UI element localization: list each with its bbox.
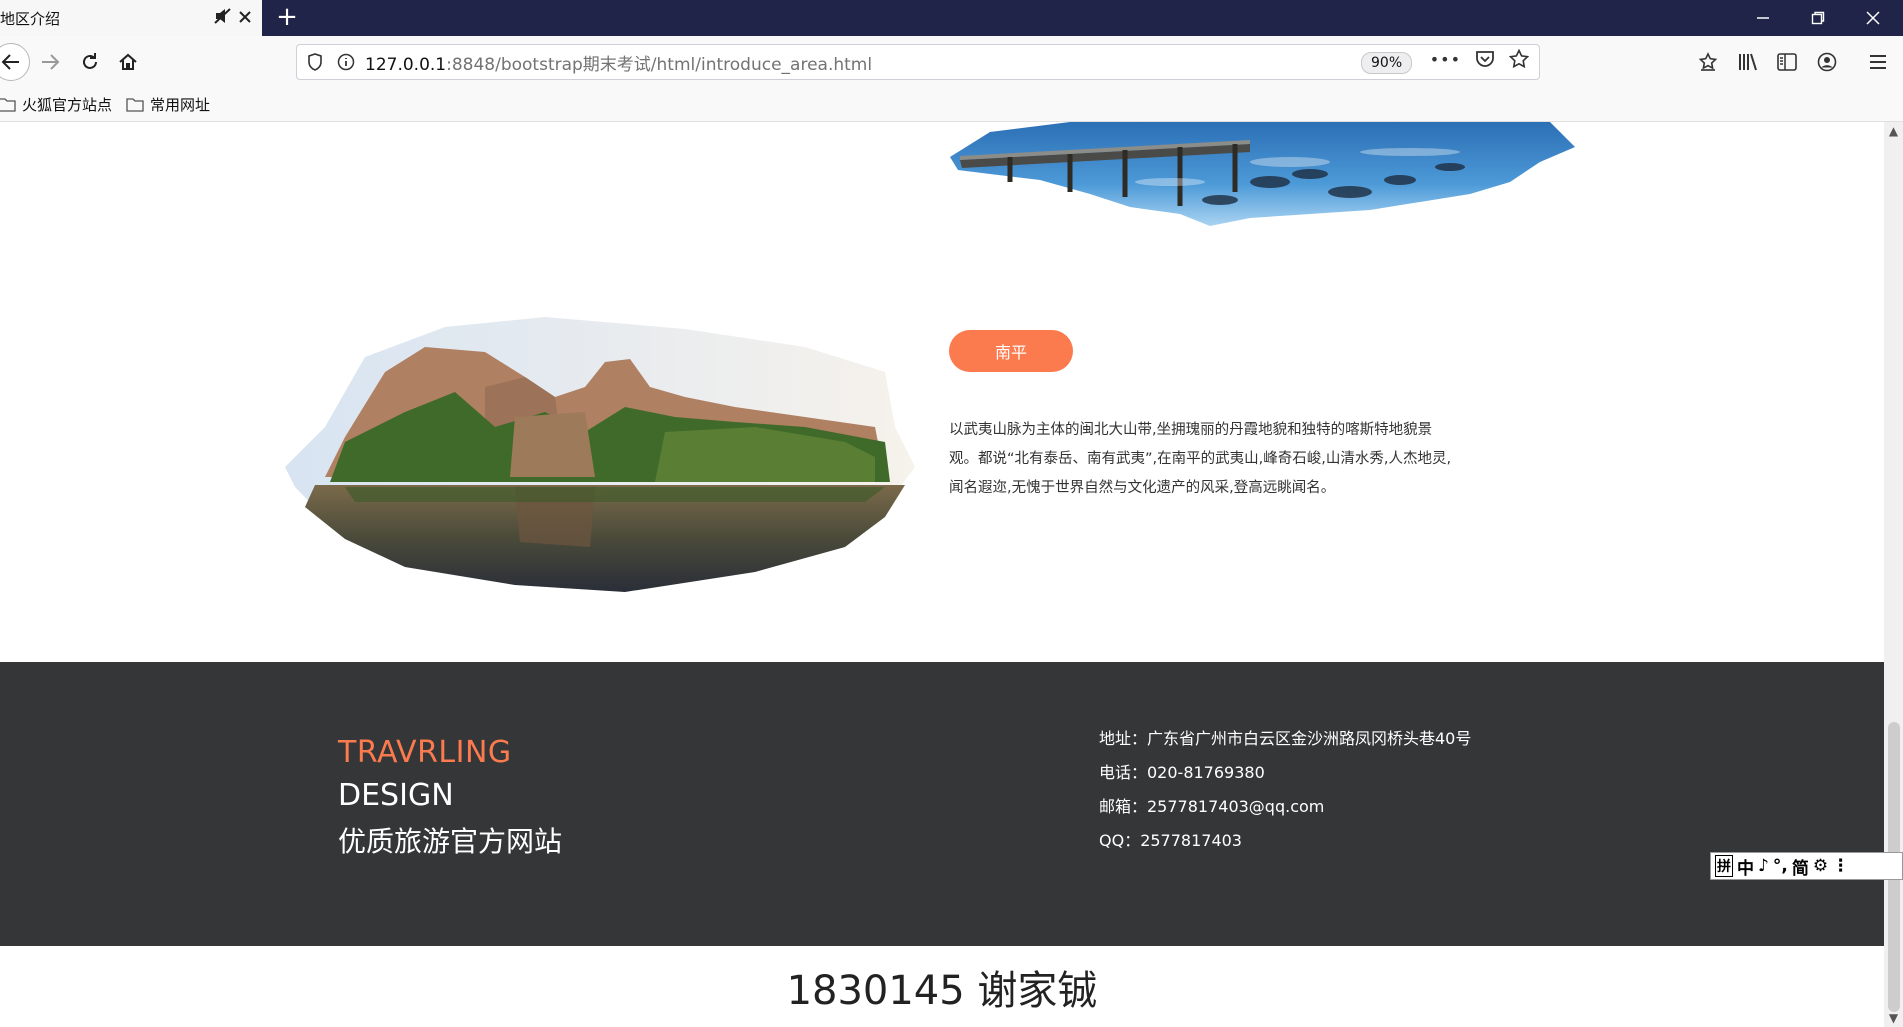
zoom-level-badge[interactable]: 90% [1361,52,1413,74]
contact-email: 邮箱：2577817403@qq.com [1099,797,1325,816]
ime-simplified-icon[interactable]: 简 [1792,854,1809,879]
site-info-icon[interactable] [337,53,355,71]
new-tab-button[interactable]: + [272,2,302,32]
sidebar-icon[interactable] [1773,49,1801,75]
contact-qq: QQ：2577817403 [1099,831,1242,850]
tab-mute-icon[interactable] [214,8,232,28]
page-scrollbar[interactable]: ▲ ▼ [1884,122,1903,1027]
ime-halfwidth-icon[interactable]: ♪ [1758,856,1769,876]
navigation-toolbar: 127.0.0.1:8848/bootstrap期末考试/html/introd… [0,36,1903,88]
ime-pinyin-icon[interactable]: 拼 [1715,855,1733,877]
reading-list-icon[interactable] [1694,49,1722,75]
scroll-up-icon[interactable]: ▲ [1884,122,1903,140]
ime-punctuation-icon[interactable]: °, [1773,856,1788,876]
bookmarks-toolbar: 火狐官方站点 常用网址 [0,88,1903,122]
contact-info: 地址：广东省广州市白云区金沙洲路凤冈桥头巷40号 电话：020-81769380… [1099,722,1471,858]
url-host: 127.0.0.1 [365,54,447,75]
bookmark-label: 火狐官方站点 [22,96,113,114]
reload-icon [83,53,97,69]
bookmark-label: 常用网址 [150,96,211,114]
contact-phone: 电话：020-81769380 [1099,763,1265,782]
library-icon[interactable] [1734,49,1762,75]
home-button[interactable] [112,46,144,78]
url-text[interactable]: 127.0.0.1:8848/bootstrap期末考试/html/introd… [365,50,872,75]
bookmark-folder-firefox[interactable]: 火狐官方站点 [0,94,112,115]
reload-button[interactable] [74,46,106,78]
back-button[interactable] [0,43,30,81]
tracking-shield-icon[interactable] [307,53,323,71]
bookmark-star-icon[interactable] [1509,49,1529,69]
tab-title: 地区介绍 [0,9,61,28]
menu-hamburger-icon[interactable] [1864,49,1892,75]
ime-chinese-mode-icon[interactable]: 中 [1737,854,1754,879]
page-actions-button[interactable]: ••• [1430,50,1461,69]
wuyi-mountain-image [285,317,915,592]
active-tab[interactable]: 地区介绍 [0,0,262,36]
bridge-river-image [950,122,1575,226]
back-arrow-icon [1,54,19,70]
ime-settings-icon[interactable]: ⚙ [1813,856,1828,876]
site-footer: TRAVRLING DESIGN 优质旅游官方网站 地址：广东省广州市白云区金沙… [0,662,1884,946]
contact-address: 地址：广东省广州市白云区金沙洲路凤冈桥头巷40号 [1099,729,1472,748]
pocket-icon[interactable] [1475,50,1495,68]
folder-icon [0,98,16,112]
folder-icon [126,98,144,112]
brand-tagline: 优质旅游官方网站 [338,825,563,858]
scroll-down-icon[interactable]: ▼ [1884,1009,1903,1027]
page-viewport: 南平 以武夷山脉为主体的闽北大山带,坐拥瑰丽的丹霞地貌和独特的喀斯特地貌景观。都… [0,122,1884,1027]
tab-strip: 地区介绍 + [0,0,1903,36]
brand-line-travrling: TRAVRLING [338,735,512,770]
minimize-icon[interactable] [1735,0,1791,36]
forward-arrow-icon [42,54,60,70]
region-nanping-button[interactable]: 南平 [949,330,1073,372]
region-description: 以武夷山脉为主体的闽北大山带,坐拥瑰丽的丹霞地貌和独特的喀斯特地貌景观。都说“北… [949,422,1452,496]
url-path: :8848/bootstrap期末考试/html/introduce_area.… [446,54,873,75]
home-icon [119,53,137,70]
close-window-icon[interactable] [1845,0,1901,36]
ime-more-icon[interactable]: ⋮ [1832,856,1849,876]
brand-line-design: DESIGN [338,778,454,813]
tab-close-icon[interactable] [238,9,252,28]
account-icon[interactable] [1813,49,1841,75]
ime-toolbar[interactable]: 拼 中 ♪ °, 简 ⚙ ⋮ [1710,852,1903,880]
address-bar[interactable]: 127.0.0.1:8848/bootstrap期末考试/html/introd… [296,44,1540,80]
bookmark-folder-common[interactable]: 常用网址 [126,94,210,115]
restore-icon[interactable] [1790,0,1846,36]
forward-button[interactable] [34,46,66,78]
student-credit: 1830145 谢家铖 [786,968,1098,1014]
